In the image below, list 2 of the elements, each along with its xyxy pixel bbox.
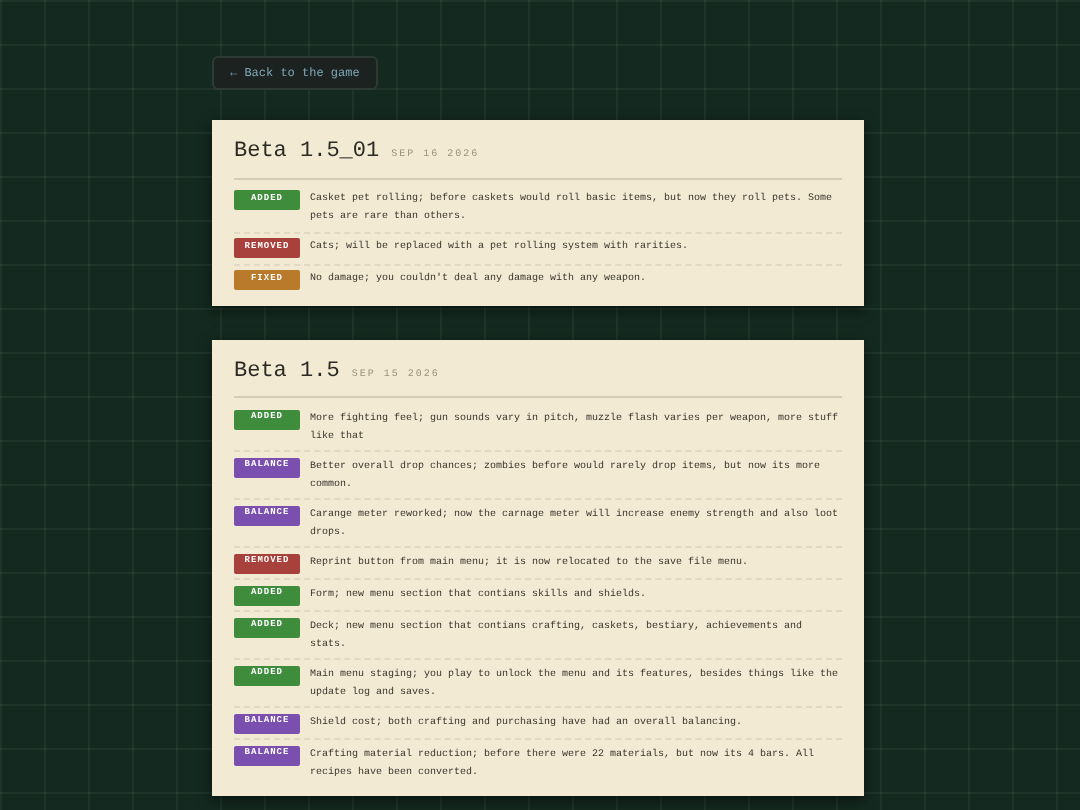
- release-title: Beta 1.5_01: [234, 138, 380, 168]
- release-title: Beta 1.5: [234, 357, 340, 387]
